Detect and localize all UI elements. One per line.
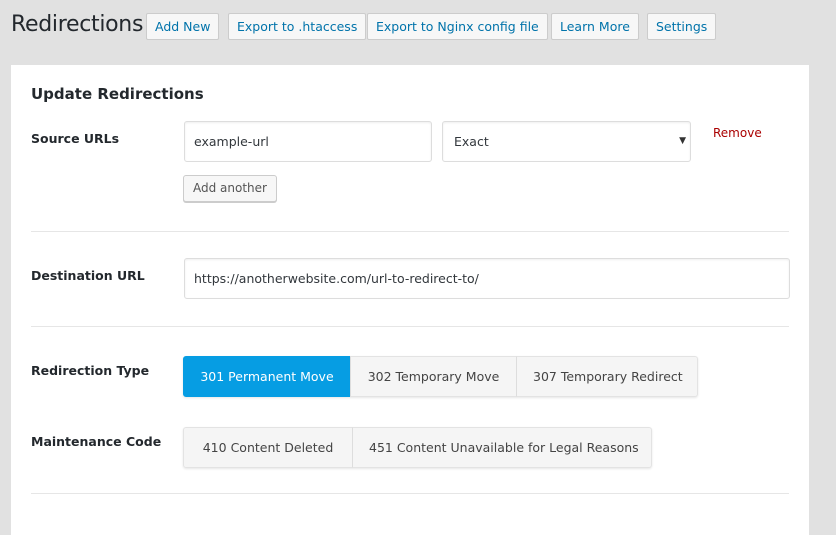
export-nginx-button[interactable]: Export to Nginx config file (367, 13, 548, 40)
learn-more-button[interactable]: Learn More (551, 13, 639, 40)
redirection-type-group: 301 Permanent Move 302 Temporary Move 30… (183, 356, 698, 397)
chevron-down-icon: ▼ (679, 136, 686, 146)
divider (31, 326, 789, 327)
section-title: Update Redirections (31, 85, 204, 103)
code-410-button[interactable]: 410 Content Deleted (183, 427, 353, 468)
source-urls-label: Source URLs (31, 131, 120, 146)
settings-button[interactable]: Settings (647, 13, 717, 40)
remove-source-link[interactable]: Remove (713, 126, 762, 140)
maintenance-code-label: Maintenance Code (31, 434, 162, 449)
destination-url-label: Destination URL (31, 268, 145, 283)
source-url-input[interactable]: example-url (184, 121, 432, 162)
redirect-301-button[interactable]: 301 Permanent Move (183, 356, 351, 397)
redirect-302-button[interactable]: 302 Temporary Move (350, 356, 517, 397)
update-redirections-panel: Update Redirections Source URLs example-… (11, 65, 809, 535)
add-new-button[interactable]: Add New (146, 13, 220, 40)
page-title: Redirections (11, 12, 144, 37)
redirect-307-button[interactable]: 307 Temporary Redirect (516, 356, 698, 397)
maintenance-code-group: 410 Content Deleted 451 Content Unavaila… (183, 427, 652, 468)
divider (31, 493, 789, 494)
code-451-button[interactable]: 451 Content Unavailable for Legal Reason… (352, 427, 652, 468)
export-htaccess-button[interactable]: Export to .htaccess (228, 13, 367, 40)
redirection-type-label: Redirection Type (31, 363, 150, 378)
match-type-select[interactable]: Exact ▼ (442, 121, 691, 162)
page-header: Redirections Add New Export to .htaccess… (0, 0, 836, 55)
divider (31, 231, 789, 232)
add-another-button[interactable]: Add another (183, 175, 277, 202)
destination-url-input[interactable]: https://anotherwebsite.com/url-to-redire… (184, 258, 790, 299)
match-type-value: Exact (454, 134, 489, 149)
